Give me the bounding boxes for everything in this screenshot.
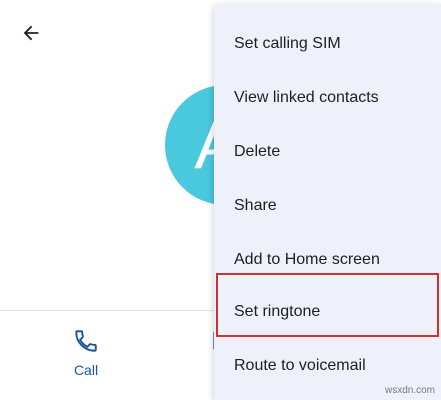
menu-item-set-ringtone[interactable]: Set ringtone — [214, 286, 441, 338]
call-action-label: Call — [73, 362, 99, 378]
arrow-left-icon — [23, 25, 39, 41]
menu-item-share[interactable]: Share — [214, 180, 441, 232]
call-action-button[interactable]: Call — [58, 328, 114, 378]
phone-icon — [75, 330, 97, 352]
menu-item-view-linked-contacts[interactable]: View linked contacts — [214, 72, 441, 124]
menu-item-set-calling-sim[interactable]: Set calling SIM — [214, 18, 441, 70]
menu-item-add-to-home-screen[interactable]: Add to Home screen — [214, 234, 441, 286]
back-button[interactable] — [14, 16, 48, 50]
watermark-text: wsxdn.com — [384, 385, 435, 396]
overflow-menu: Set calling SIM View linked contacts Del… — [214, 4, 441, 400]
menu-item-delete[interactable]: Delete — [214, 126, 441, 178]
